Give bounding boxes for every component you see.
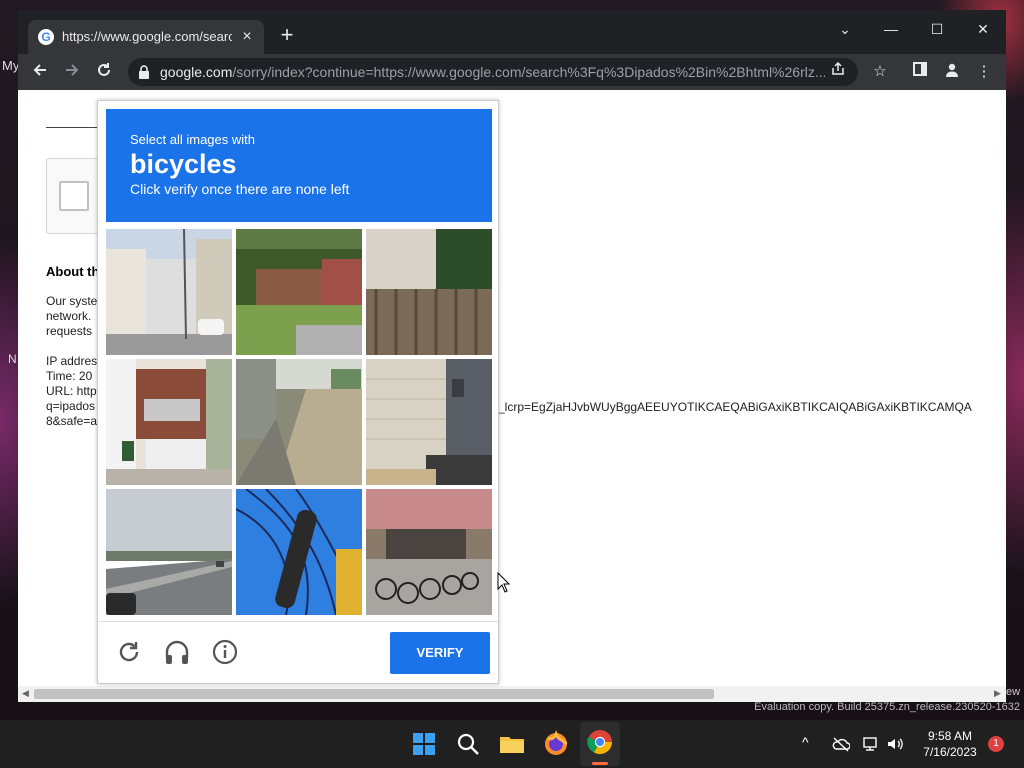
maximize-button[interactable]: ☐ bbox=[914, 14, 960, 44]
captcha-tile-house-street[interactable] bbox=[106, 229, 232, 355]
chrome-icon bbox=[587, 730, 612, 755]
clock-time: 9:58 AM bbox=[927, 729, 973, 743]
para2-line: q=ipados bbox=[46, 399, 96, 413]
captcha-tile-wooden-fence[interactable] bbox=[366, 229, 492, 355]
desktop-icon-label-2[interactable]: N bbox=[8, 352, 17, 366]
notification-badge[interactable]: 1 bbox=[988, 736, 1004, 752]
horizontal-scrollbar[interactable]: ◀ ▶ bbox=[18, 686, 1006, 702]
address-bar[interactable]: google.com/sorry/index?continue=https://… bbox=[128, 58, 858, 86]
para2-line: 8&safe=a bbox=[46, 414, 98, 428]
para1-line: Our syste bbox=[46, 294, 98, 308]
para2-line: IP addres bbox=[46, 354, 98, 368]
reload-challenge-icon[interactable] bbox=[114, 637, 144, 667]
captcha-subinstruction: Click verify once there are none left bbox=[130, 181, 350, 197]
captcha-instruction: Select all images with bbox=[130, 132, 255, 147]
back-arrow-icon bbox=[33, 64, 46, 76]
active-app-indicator bbox=[592, 762, 608, 765]
captcha-tile-highway[interactable] bbox=[106, 489, 232, 615]
tab-search-button[interactable]: ⌄ bbox=[822, 14, 868, 44]
desktop-icon-label[interactable]: My bbox=[2, 58, 19, 73]
about-heading: About th bbox=[46, 264, 100, 279]
captcha-footer: VERIFY bbox=[98, 621, 498, 684]
close-window-button[interactable]: ✕ bbox=[960, 14, 1006, 44]
captcha-tile-parked-bicycles[interactable] bbox=[366, 489, 492, 615]
google-favicon-icon: G bbox=[38, 29, 54, 45]
lock-icon[interactable] bbox=[138, 65, 150, 79]
recaptcha-checkbox[interactable] bbox=[59, 181, 89, 211]
captcha-target: bicycles bbox=[130, 149, 237, 179]
system-clock[interactable]: 9:58 AM 7/16/2023 bbox=[915, 728, 985, 760]
info-icon[interactable] bbox=[210, 637, 240, 667]
tab-title: https://www.google.com/search? bbox=[62, 29, 232, 44]
onedrive-icon[interactable] bbox=[832, 736, 850, 752]
new-tab-button[interactable]: + bbox=[276, 24, 298, 46]
url-text[interactable]: google.com/sorry/index?continue=https://… bbox=[160, 64, 825, 80]
headphones-audio-icon[interactable] bbox=[162, 637, 192, 667]
windows-start-icon[interactable] bbox=[408, 728, 440, 760]
minimize-button[interactable]: — bbox=[868, 14, 914, 44]
page-paragraph-1: Our syste network. requests bbox=[46, 294, 97, 339]
captcha-tile-building-wall[interactable] bbox=[366, 359, 492, 485]
reload-button[interactable] bbox=[91, 59, 117, 85]
scroll-left-icon[interactable]: ◀ bbox=[22, 688, 29, 699]
verify-button[interactable]: VERIFY bbox=[390, 632, 490, 674]
firefox-icon[interactable] bbox=[540, 728, 572, 760]
para2-line: Time: 20 bbox=[46, 369, 93, 383]
network-icon[interactable] bbox=[862, 736, 880, 752]
reload-icon bbox=[98, 63, 110, 76]
menu-kebab-icon[interactable]: ⋮ bbox=[974, 62, 994, 82]
tab-google-search[interactable]: G https://www.google.com/search? × bbox=[28, 20, 264, 54]
evaluation-watermark: Evaluation copy. Build 25375.zn_release.… bbox=[754, 701, 1020, 713]
captcha-tile-alley[interactable] bbox=[236, 359, 362, 485]
bookmark-star-icon[interactable]: ☆ bbox=[870, 62, 890, 82]
captcha-tile-bicycle-closeup[interactable] bbox=[236, 489, 362, 615]
tab-strip: G https://www.google.com/search? × + ⌄ —… bbox=[18, 10, 1006, 54]
mouse-cursor-icon bbox=[497, 572, 511, 593]
captcha-header: Select all images with bicycles Click ve… bbox=[106, 109, 492, 222]
forward-button[interactable] bbox=[59, 59, 85, 85]
url-host: google.com bbox=[160, 64, 233, 80]
back-button[interactable] bbox=[27, 59, 53, 85]
chrome-taskbar-item[interactable] bbox=[580, 722, 620, 766]
para1-line: requests bbox=[46, 324, 93, 338]
file-explorer-icon[interactable] bbox=[496, 728, 528, 760]
tray-overflow-icon[interactable]: ^ bbox=[802, 734, 809, 750]
scroll-right-icon[interactable]: ▶ bbox=[994, 688, 1001, 699]
url-continuation-text: _lcrp=EgZjaHJvbWUyBggAEEUYOTIKCAEQABiGAx… bbox=[498, 400, 972, 414]
browser-toolbar: google.com/sorry/index?continue=https://… bbox=[18, 54, 1006, 90]
share-icon[interactable] bbox=[828, 61, 848, 82]
para1-line: network. bbox=[46, 309, 92, 323]
scrollbar-thumb[interactable] bbox=[34, 689, 714, 699]
url-path: /sorry/index?continue=https://www.google… bbox=[232, 64, 825, 80]
captcha-challenge: Select all images with bicycles Click ve… bbox=[97, 100, 499, 684]
taskbar: ^ 9:58 AM 7/16/2023 1 bbox=[0, 720, 1024, 768]
para2-line: URL: http bbox=[46, 384, 97, 398]
volume-icon[interactable] bbox=[886, 736, 904, 752]
clock-date: 7/16/2023 bbox=[923, 745, 977, 759]
captcha-tile-apartment-balcony[interactable] bbox=[106, 359, 232, 485]
side-panel-icon[interactable] bbox=[910, 62, 930, 82]
page-paragraph-2: IP addres Time: 20 URL: http q=ipados 8&… bbox=[46, 354, 97, 429]
desktop-icon-label-right[interactable]: ew bbox=[1006, 686, 1020, 698]
tab-close-icon[interactable]: × bbox=[236, 26, 258, 48]
profile-icon[interactable] bbox=[942, 62, 962, 82]
captcha-tile-brick-house[interactable] bbox=[236, 229, 362, 355]
forward-arrow-icon bbox=[66, 64, 79, 76]
search-icon[interactable] bbox=[452, 728, 484, 760]
